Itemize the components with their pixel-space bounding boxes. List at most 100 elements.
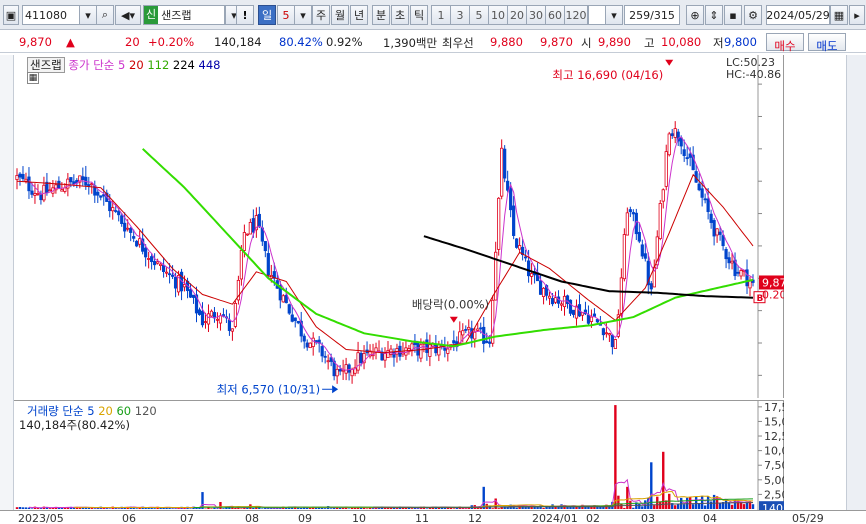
volume-bar xyxy=(63,507,67,509)
buy-button-label: 매수 xyxy=(774,39,796,53)
period-tick-tab[interactable]: 틱 xyxy=(410,5,428,25)
left-tool-strip[interactable] xyxy=(0,55,14,510)
volume-bar xyxy=(297,507,300,509)
interval-3[interactable]: 3 xyxy=(450,5,470,25)
interval-30[interactable]: 30 xyxy=(526,5,546,25)
low-price: 9,800 xyxy=(724,35,757,49)
count-field[interactable]: 259/315 xyxy=(624,5,680,25)
candle-body xyxy=(679,137,683,147)
volume-bar xyxy=(455,507,459,509)
candle-body xyxy=(688,153,692,158)
candle-body xyxy=(311,337,315,347)
volume-bar xyxy=(168,508,171,509)
stock-name: 샌즈랩 xyxy=(161,9,192,22)
volume-bar xyxy=(709,501,713,509)
candle-body xyxy=(159,263,163,266)
price-chart-pane[interactable]: 7,0008,0009,00010,00011,00012,00013,0001… xyxy=(14,55,823,398)
candle-body xyxy=(120,215,124,224)
interval-5[interactable]: 5 xyxy=(469,5,489,25)
quote-bar: 9,870 ▲ 20 +0.20% 140,184 80.42% 0.92% 1… xyxy=(0,31,866,53)
volume-bar xyxy=(491,508,494,509)
candle-body xyxy=(682,149,686,157)
candle-body xyxy=(640,244,644,257)
arrows-icon[interactable]: ⇕ xyxy=(705,5,723,25)
period-month-tab[interactable]: 월 xyxy=(331,5,349,25)
sound-icon[interactable]: ◀▾ xyxy=(115,5,141,25)
stock-code-input[interactable]: 411080 xyxy=(22,5,80,25)
volume-bar xyxy=(751,504,755,509)
candle-body xyxy=(290,314,294,322)
best-quote-label: 최우선 xyxy=(442,36,474,50)
candle-body xyxy=(601,328,606,336)
candle-body xyxy=(649,283,653,290)
interval-dropdown-icon[interactable]: ▾ xyxy=(605,5,623,25)
code-dropdown-icon[interactable]: ▾ xyxy=(79,5,97,25)
panel-icon[interactable]: ▣ xyxy=(3,5,19,25)
candle-body xyxy=(386,350,390,358)
interval-60[interactable]: 60 xyxy=(545,5,565,25)
interval-1[interactable]: 1 xyxy=(431,5,451,25)
candle-body xyxy=(296,320,300,324)
gear-icon[interactable]: ⚙ xyxy=(744,5,762,25)
scroll-right-icon[interactable]: ▸ xyxy=(849,5,865,25)
volume-bar xyxy=(742,504,746,509)
candle-body xyxy=(57,180,61,189)
interval-20-label: 20 xyxy=(510,8,524,22)
period-second-tab[interactable]: 초 xyxy=(391,5,409,25)
volume-bar xyxy=(285,507,288,509)
candle-body xyxy=(117,211,121,216)
volume-bar xyxy=(117,508,120,509)
interval-20[interactable]: 20 xyxy=(507,5,527,25)
zoom-icon[interactable]: ⊕ xyxy=(686,5,704,25)
volume-chart-pane[interactable]: 2,500K5,000K7,500K10,000K12,500K15,000K1… xyxy=(14,400,814,524)
volume-bar xyxy=(323,508,327,509)
search-icon[interactable]: ⌕ xyxy=(96,5,114,25)
volume-ratio: 80.42% xyxy=(279,35,323,49)
candle-body xyxy=(586,314,591,324)
date-field[interactable]: 2024/05/29 xyxy=(766,5,830,25)
candle-body xyxy=(287,304,291,314)
candle-body xyxy=(69,177,73,183)
candle-body xyxy=(30,190,34,195)
alert-button[interactable]: ! xyxy=(236,5,254,25)
candle-body xyxy=(33,193,37,196)
right-scroll-strip[interactable] xyxy=(846,55,866,524)
period-week-tab[interactable]: 주 xyxy=(312,5,330,25)
period-year-tab[interactable]: 년 xyxy=(350,5,368,25)
sell-button[interactable]: 매도 xyxy=(808,33,846,53)
buy-button[interactable]: 매수 xyxy=(766,33,804,53)
candle-body xyxy=(284,294,288,304)
dividend-annotation: 배당락(0.00%) xyxy=(412,298,489,312)
volume-bar xyxy=(219,501,222,509)
save-icon[interactable]: ▪ xyxy=(724,5,742,25)
candle-body xyxy=(550,298,555,305)
alert-label: ! xyxy=(242,8,248,22)
interval-10[interactable]: 10 xyxy=(488,5,508,25)
candle-body xyxy=(242,232,246,251)
candle-body xyxy=(63,187,67,192)
grid-toggle-icon[interactable]: ▦ xyxy=(27,72,39,84)
stock-name-field[interactable]: 신 샌즈랩 xyxy=(143,5,225,25)
period-day-tab[interactable]: 일 xyxy=(258,5,276,25)
candle-body xyxy=(162,264,166,272)
candle-body xyxy=(643,253,647,259)
candle-body xyxy=(559,303,564,306)
volume-bar xyxy=(171,508,174,509)
candle-body xyxy=(488,341,492,344)
period-value-select[interactable]: 5 xyxy=(277,5,295,25)
candle-body xyxy=(482,326,486,344)
volume-bar xyxy=(30,508,34,509)
volume-bar xyxy=(213,507,216,509)
candle-body xyxy=(60,189,64,192)
candle-body xyxy=(96,191,100,196)
volume-bar xyxy=(677,504,680,509)
volume-bar xyxy=(497,508,500,509)
period-dropdown-icon[interactable]: ▾ xyxy=(294,5,312,25)
calendar-icon[interactable]: ▦ xyxy=(830,5,848,25)
period-minute-tab[interactable]: 분 xyxy=(372,5,390,25)
interval-120[interactable]: 120 xyxy=(564,5,588,25)
candle-body xyxy=(500,147,504,197)
open-price: 9,890 xyxy=(598,35,631,49)
volume-bar xyxy=(252,507,255,509)
candle-body xyxy=(209,310,214,317)
